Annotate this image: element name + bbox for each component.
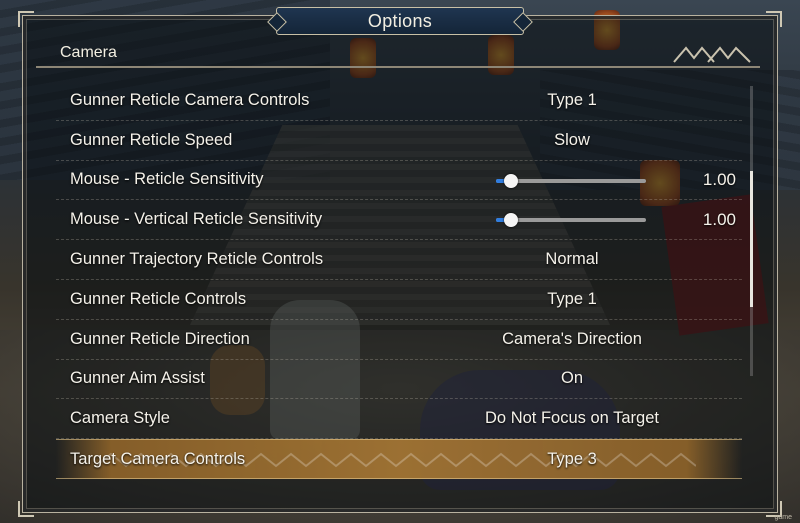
- section-label: Camera: [60, 44, 117, 61]
- mountain-ornament-icon: [673, 46, 751, 63]
- option-row-gunner-reticle-controls[interactable]: Gunner Reticle Controls Type 1: [56, 280, 742, 320]
- option-label: Gunner Reticle Controls: [70, 289, 247, 308]
- option-value[interactable]: Type 3: [446, 450, 698, 469]
- option-value[interactable]: Type 1: [446, 290, 698, 309]
- option-value[interactable]: Slow: [446, 131, 698, 150]
- option-row-gunner-reticle-speed[interactable]: Gunner Reticle Speed Slow: [56, 121, 742, 161]
- option-label: Gunner Aim Assist: [70, 369, 205, 388]
- option-label: Mouse - Reticle Sensitivity: [70, 170, 264, 189]
- window-title-plate: Options: [276, 7, 524, 35]
- option-value[interactable]: Do Not Focus on Target: [446, 409, 698, 428]
- option-label: Mouse - Vertical Reticle Sensitivity: [70, 210, 323, 229]
- option-row-camera-style[interactable]: Camera Style Do Not Focus on Target: [56, 399, 742, 440]
- option-row-gunner-reticle-camera-controls[interactable]: Gunner Reticle Camera Controls Type 1: [56, 81, 742, 121]
- option-label: Gunner Reticle Direction: [70, 329, 250, 348]
- options-list: Gunner Reticle Camera Controls Type 1 Gu…: [56, 81, 742, 479]
- option-row-gunner-trajectory-reticle-controls[interactable]: Gunner Trajectory Reticle Controls Norma…: [56, 240, 742, 280]
- option-row-gunner-aim-assist[interactable]: Gunner Aim Assist On: [56, 360, 742, 400]
- section-header: Camera: [36, 40, 760, 68]
- slider-value: 1.00: [702, 209, 736, 229]
- option-label: Target Camera Controls: [70, 449, 246, 468]
- option-value[interactable]: Camera's Direction: [446, 330, 698, 349]
- options-scrollbar[interactable]: [750, 86, 753, 376]
- slider-track: [496, 178, 646, 183]
- option-label: Gunner Trajectory Reticle Controls: [70, 250, 324, 269]
- option-value[interactable]: On: [446, 369, 698, 388]
- frame-corner: [766, 11, 782, 27]
- corner-tag: game: [774, 514, 792, 521]
- option-row-target-camera-controls[interactable]: Target Camera Controls Type 3: [56, 439, 742, 479]
- reticle-sensitivity-slider[interactable]: [496, 171, 646, 191]
- option-label: Gunner Reticle Camera Controls: [70, 90, 310, 109]
- vertical-reticle-sensitivity-slider[interactable]: [496, 210, 646, 230]
- option-value[interactable]: Type 1: [446, 91, 698, 110]
- option-row-gunner-reticle-direction[interactable]: Gunner Reticle Direction Camera's Direct…: [56, 320, 742, 360]
- frame-corner: [18, 11, 34, 27]
- option-label: Gunner Reticle Speed: [70, 130, 233, 149]
- window-title: Options: [367, 10, 433, 31]
- option-row-mouse-reticle-sensitivity[interactable]: Mouse - Reticle Sensitivity 1.00: [56, 161, 742, 201]
- slider-track: [496, 218, 646, 223]
- option-label: Camera Style: [70, 409, 170, 428]
- slider-thumb[interactable]: [504, 173, 518, 188]
- slider-thumb[interactable]: [504, 213, 518, 228]
- scrollbar-thumb[interactable]: [750, 170, 753, 307]
- frame-corner: [18, 501, 34, 517]
- option-row-mouse-vertical-reticle-sensitivity[interactable]: Mouse - Vertical Reticle Sensitivity 1.0…: [56, 200, 742, 241]
- option-value[interactable]: Normal: [446, 250, 698, 269]
- slider-value: 1.00: [702, 169, 736, 189]
